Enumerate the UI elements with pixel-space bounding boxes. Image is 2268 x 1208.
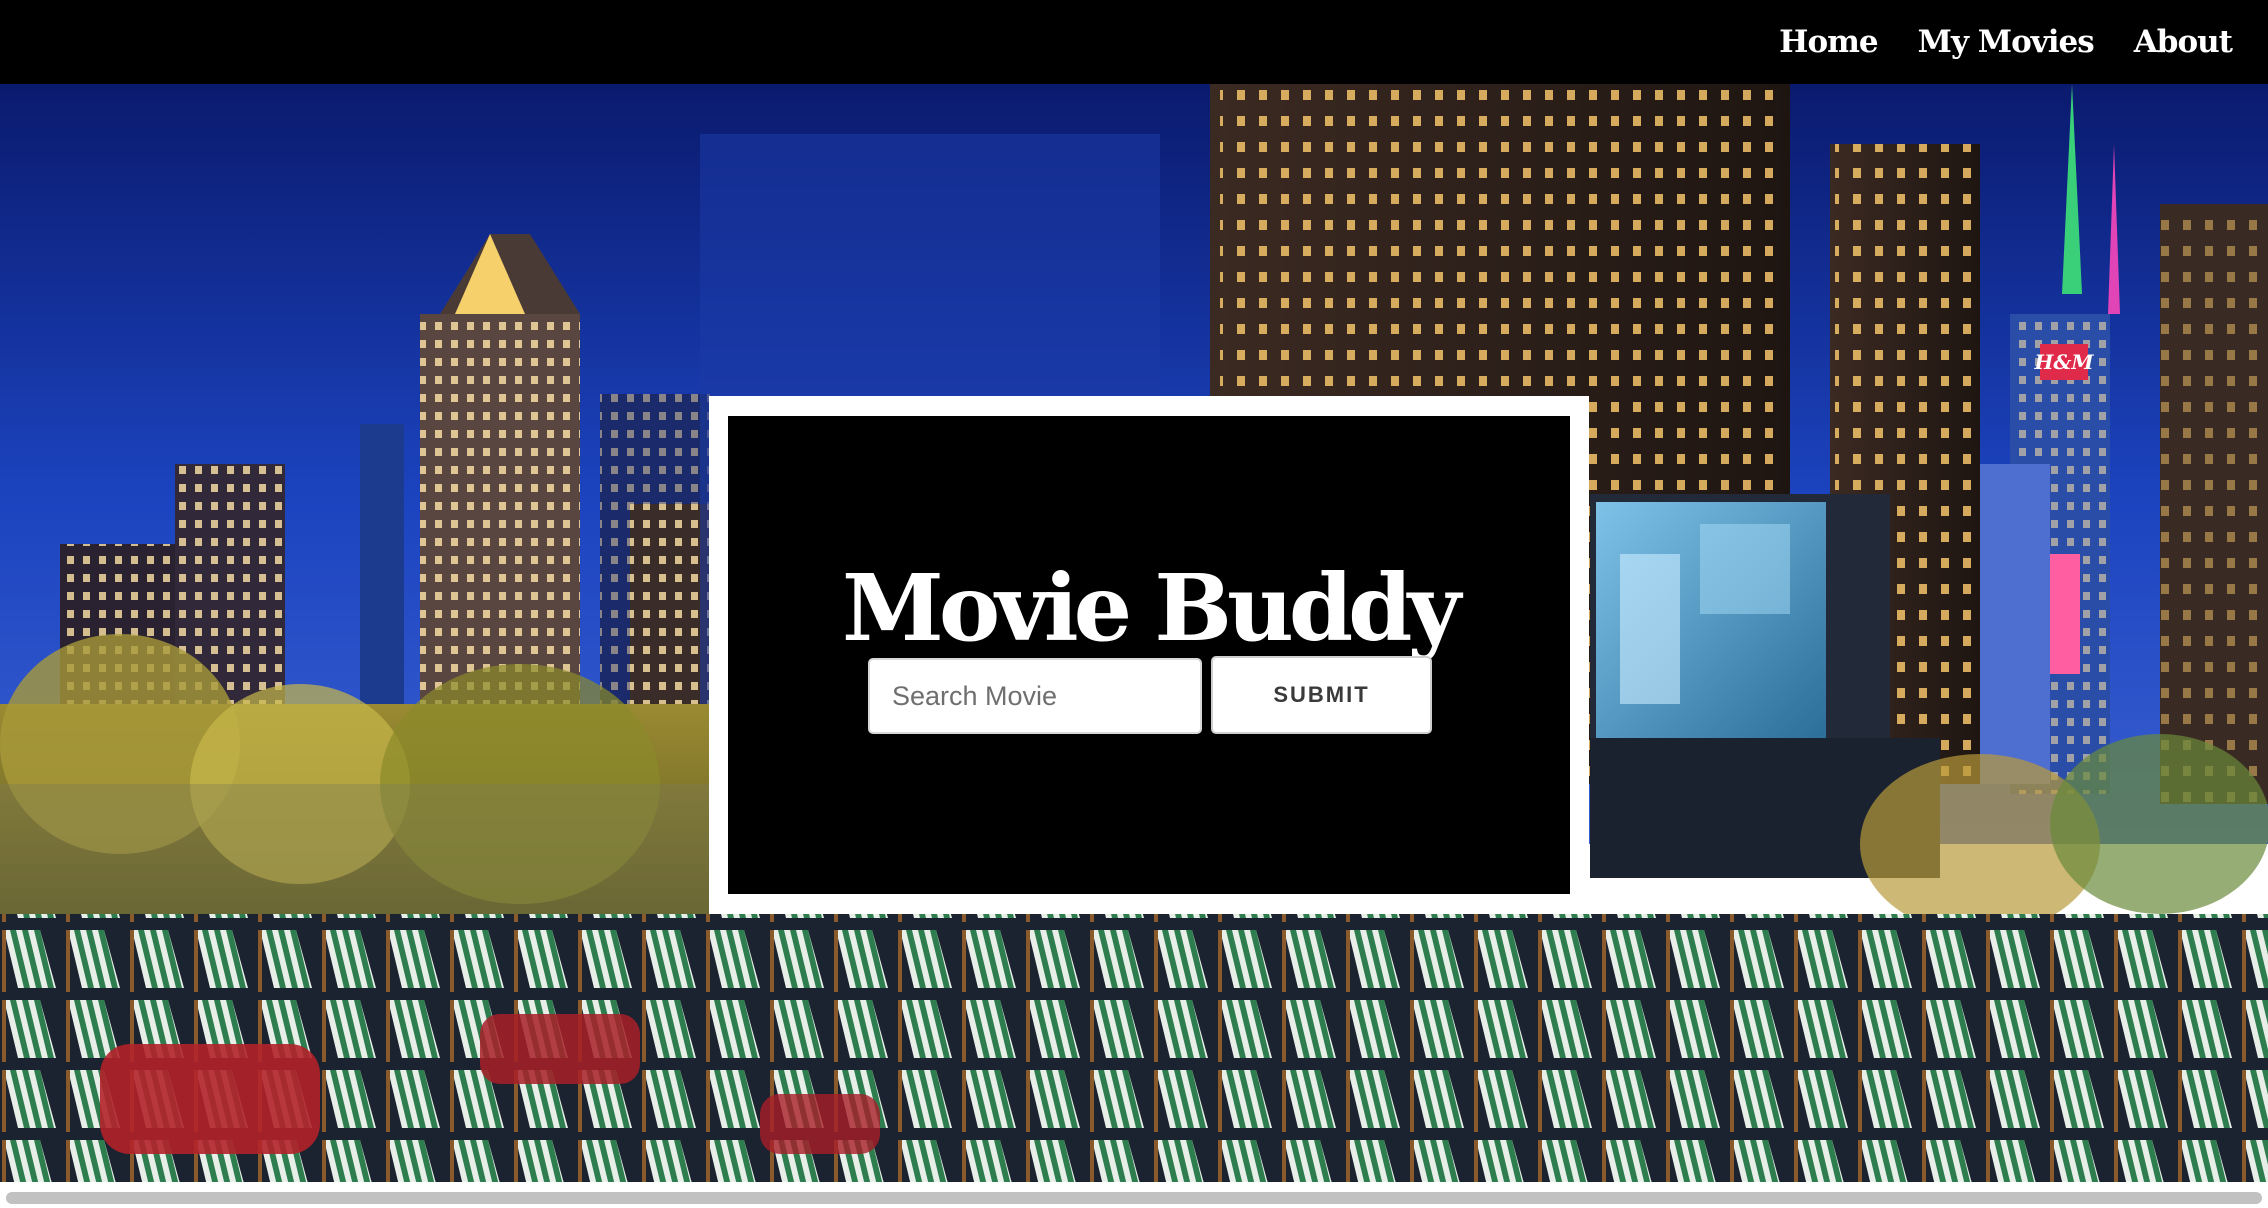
nav-home-link[interactable]: Home — [1779, 24, 1878, 60]
nav-about-link[interactable]: About — [2134, 24, 2233, 60]
hm-sign-text: H&M — [2033, 350, 2094, 374]
search-card: Movie Buddy SUBMIT — [728, 416, 1570, 894]
horizontal-scrollbar-thumb[interactable] — [6, 1192, 2262, 1204]
top-navbar: Home My Movies About — [0, 0, 2268, 84]
nav-my-movies-link[interactable]: My Movies — [1918, 24, 2095, 60]
nav-links: Home My Movies About — [1779, 0, 2233, 84]
submit-button[interactable]: SUBMIT — [1211, 656, 1432, 734]
app-title: Movie Buddy — [842, 553, 1461, 662]
search-movie-input[interactable] — [868, 658, 1202, 734]
